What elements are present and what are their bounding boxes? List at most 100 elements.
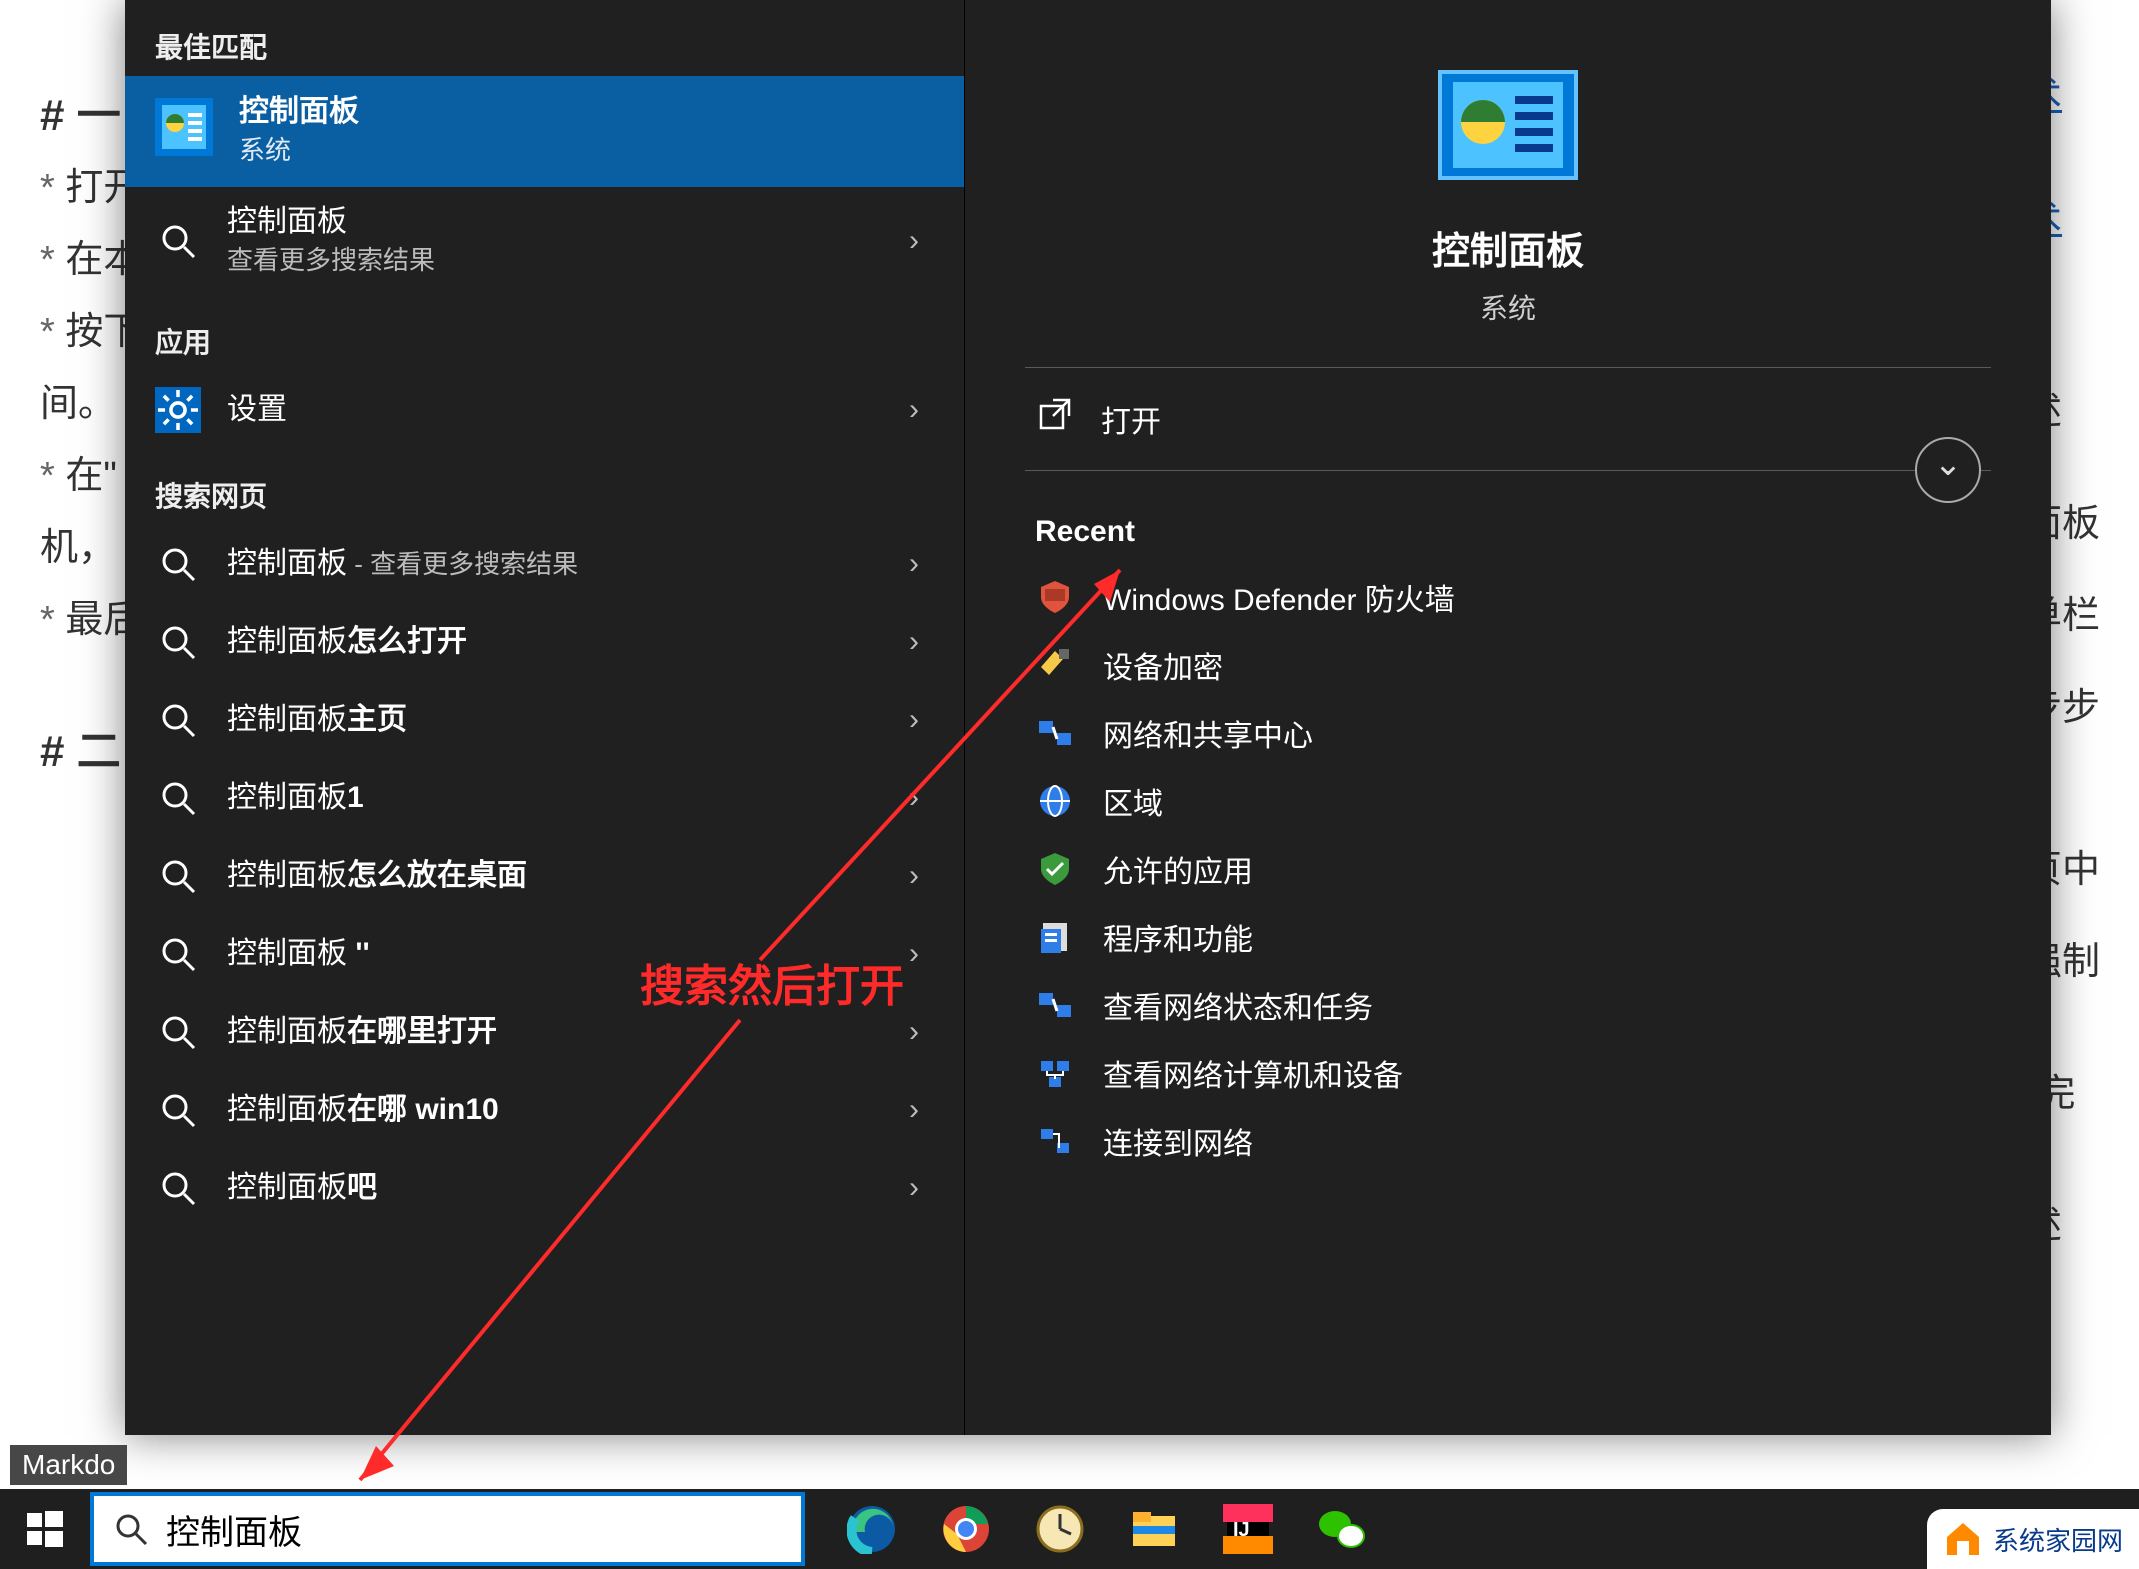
search-icon — [155, 853, 201, 899]
web-result-4[interactable]: 控制面板怎么放在桌面 — [125, 837, 964, 915]
recent-item-icon — [1035, 781, 1075, 821]
recent-item-label: 允许的应用 — [1103, 847, 1253, 891]
chevron-right-icon — [894, 703, 934, 737]
taskbar-searchbox[interactable] — [90, 1492, 805, 1566]
control-panel-large-icon — [1438, 70, 1578, 180]
watermark-icon — [1943, 1519, 1983, 1559]
search-icon — [155, 541, 201, 587]
recent-item-icon — [1035, 713, 1075, 753]
chevron-right-icon — [894, 1015, 934, 1049]
recent-item-label: 查看网络状态和任务 — [1103, 983, 1373, 1027]
web-result-label: 控制面板怎么放在桌面 — [227, 857, 868, 895]
chevron-right-icon — [894, 547, 934, 581]
chevron-down-icon — [1915, 437, 1981, 503]
taskbar-file-explorer[interactable] — [1127, 1502, 1181, 1556]
recent-item-icon — [1035, 849, 1075, 889]
detail-header: 控制面板 系统 — [965, 0, 2051, 367]
recent-item-label: 网络和共享中心 — [1103, 711, 1313, 755]
search-icon — [155, 1165, 201, 1211]
app-settings[interactable]: 设置 — [125, 371, 964, 449]
web-result-label: 控制面板在哪 win10 — [227, 1091, 868, 1129]
recent-item-icon — [1035, 985, 1075, 1025]
recent-item-label: 程序和功能 — [1103, 915, 1253, 959]
open-action[interactable]: 打开 — [965, 368, 2051, 470]
recent-item-6[interactable]: 查看网络状态和任务 — [965, 971, 2051, 1039]
best-match-header: 最佳匹配 — [125, 0, 964, 76]
web-result-7[interactable]: 控制面板在哪 win10 — [125, 1071, 964, 1149]
watermark: 系统家园网 — [1927, 1509, 2139, 1569]
taskbar-clock[interactable] — [1033, 1502, 1087, 1556]
chevron-right-icon — [894, 937, 934, 971]
search-results-column: 最佳匹配 控制面板 系统 控制面板 查看更多搜索结果 应用 — [125, 0, 965, 1435]
taskbar-preview-label: Markdo — [10, 1445, 127, 1485]
recent-item-label: 连接到网络 — [1103, 1119, 1253, 1163]
web-result-label: 控制面板怎么打开 — [227, 623, 868, 661]
recent-item-7[interactable]: 查看网络计算机和设备 — [965, 1039, 2051, 1107]
web-result-6[interactable]: 控制面板在哪里打开 — [125, 993, 964, 1071]
recent-item-5[interactable]: 程序和功能 — [965, 903, 2051, 971]
taskbar-chrome[interactable] — [939, 1502, 993, 1556]
open-icon — [1035, 396, 1073, 442]
chevron-right-icon — [894, 625, 934, 659]
web-result-label: 控制面板1 — [227, 779, 868, 817]
web-result-8[interactable]: 控制面板吧 — [125, 1149, 964, 1227]
search-icon — [155, 1087, 201, 1133]
taskbar-apps: IJ — [805, 1502, 1369, 1556]
web-result-label: 控制面板在哪里打开 — [227, 1013, 868, 1051]
taskbar-search-input[interactable] — [166, 1510, 781, 1549]
chevron-right-icon — [894, 1093, 934, 1127]
open-label: 打开 — [1101, 397, 1161, 441]
recent-item-icon — [1035, 577, 1075, 617]
web-result-3[interactable]: 控制面板1 — [125, 759, 964, 837]
web-result-label: 控制面板吧 — [227, 1169, 868, 1207]
recent-item-icon — [1035, 917, 1075, 957]
settings-icon — [155, 387, 201, 433]
chevron-right-icon — [894, 859, 934, 893]
recent-header: Recent — [965, 471, 2051, 563]
web-result-5[interactable]: 控制面板 '' — [125, 915, 964, 993]
app-settings-label: 设置 — [227, 391, 868, 429]
chevron-right-icon — [894, 224, 934, 258]
see-more-results[interactable]: 控制面板 查看更多搜索结果 — [125, 187, 964, 295]
web-result-2[interactable]: 控制面板主页 — [125, 681, 964, 759]
taskbar-wechat[interactable] — [1315, 1502, 1369, 1556]
search-icon — [155, 775, 201, 821]
chevron-right-icon — [894, 1171, 934, 1205]
search-icon — [155, 1009, 201, 1055]
best-match-title: 控制面板 — [239, 86, 359, 130]
taskbar: Markdo IJ — [0, 1489, 2139, 1569]
recent-item-label: 设备加密 — [1103, 643, 1223, 687]
search-icon — [155, 697, 201, 743]
web-result-label: 控制面板 '' — [227, 935, 868, 973]
web-result-1[interactable]: 控制面板怎么打开 — [125, 603, 964, 681]
detail-title: 控制面板 — [1432, 220, 1584, 275]
recent-item-icon — [1035, 1053, 1075, 1093]
recent-item-label: 查看网络计算机和设备 — [1103, 1051, 1403, 1095]
windows-icon — [27, 1511, 63, 1547]
recent-item-1[interactable]: 设备加密 — [965, 631, 2051, 699]
search-detail-pane: 控制面板 系统 打开 Recent Windows Defender 防火墙设备… — [965, 0, 2051, 1435]
start-button[interactable] — [0, 1489, 90, 1569]
web-header: 搜索网页 — [125, 449, 964, 525]
search-icon — [155, 619, 201, 665]
taskbar-intellij[interactable]: IJ — [1221, 1502, 1275, 1556]
best-match-subtitle: 系统 — [239, 130, 359, 167]
recent-item-8[interactable]: 连接到网络 — [965, 1107, 2051, 1175]
taskbar-edge[interactable] — [845, 1502, 899, 1556]
recent-item-3[interactable]: 区域 — [965, 767, 2051, 835]
web-result-0[interactable]: 控制面板 - 查看更多搜索结果 — [125, 525, 964, 603]
web-result-label: 控制面板主页 — [227, 701, 868, 739]
recent-item-0[interactable]: Windows Defender 防火墙 — [965, 563, 2051, 631]
windows-search-panel: 最佳匹配 控制面板 系统 控制面板 查看更多搜索结果 应用 — [125, 0, 2051, 1435]
recent-item-label: Windows Defender 防火墙 — [1103, 575, 1455, 619]
chevron-right-icon — [894, 393, 934, 427]
recent-item-2[interactable]: 网络和共享中心 — [965, 699, 2051, 767]
recent-item-icon — [1035, 1121, 1075, 1161]
apps-header: 应用 — [125, 295, 964, 371]
recent-item-icon — [1035, 645, 1075, 685]
watermark-text: 系统家园网 — [1993, 1521, 2123, 1558]
best-match-item[interactable]: 控制面板 系统 — [125, 76, 964, 187]
web-result-label: 控制面板 - 查看更多搜索结果 — [227, 545, 868, 583]
recent-item-4[interactable]: 允许的应用 — [965, 835, 2051, 903]
search-icon — [155, 931, 201, 977]
